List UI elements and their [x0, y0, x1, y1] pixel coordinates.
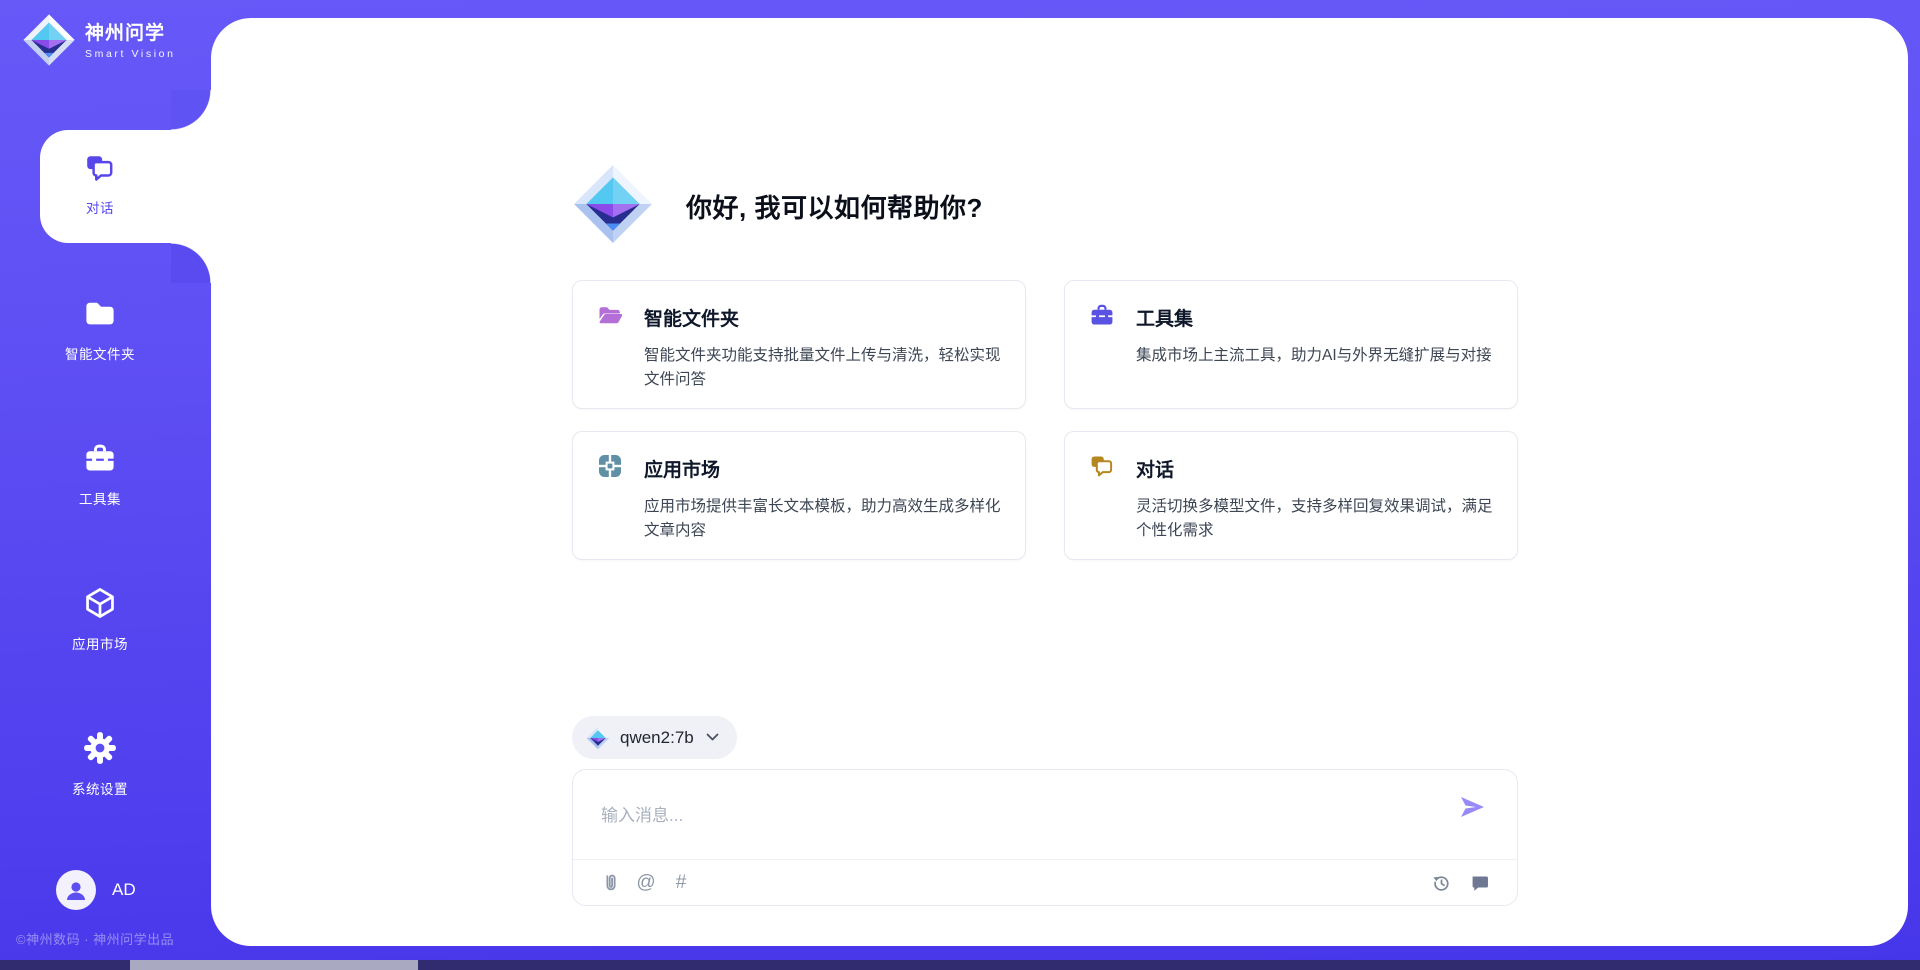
- card-description: 智能文件夹功能支持批量文件上传与清洗，轻松实现文件问答: [644, 344, 1001, 393]
- paperclip-icon[interactable]: [599, 871, 623, 895]
- chat-solid-icon[interactable]: [1467, 871, 1491, 895]
- sidebar-item-label: 对话: [86, 197, 114, 217]
- card-description: 灵活切换多模型文件，支持多样回复效果调试，满足个性化需求: [1136, 495, 1493, 544]
- message-composer: @ #: [572, 769, 1518, 906]
- copyright-text: ©神州数码 · 神州问学出品: [16, 929, 174, 948]
- toolbox-icon: [83, 441, 117, 480]
- card-description: 应用市场提供丰富长文本模板，助力高效生成多样化文章内容: [644, 495, 1001, 544]
- send-icon[interactable]: [1457, 792, 1487, 822]
- card-chat[interactable]: 对话 灵活切换多模型文件，支持多样回复效果调试，满足个性化需求: [1064, 431, 1518, 560]
- card-title: 应用市场: [644, 455, 720, 482]
- tab-curve-bottom: [171, 243, 211, 283]
- cube-icon: [83, 586, 117, 625]
- chat-bubbles-icon: [1089, 453, 1115, 484]
- card-title: 对话: [1136, 455, 1174, 482]
- scrollbar-thumb[interactable]: [130, 960, 418, 970]
- user-initials: AD: [112, 880, 136, 900]
- person-icon: [64, 878, 88, 902]
- card-toolset[interactable]: 工具集 集成市场上主流工具，助力AI与外界无缝扩展与对接: [1064, 280, 1518, 409]
- sidebar-item-chat[interactable]: 对话: [0, 152, 200, 217]
- brand-diamond-icon: [22, 13, 76, 72]
- mention-icon[interactable]: @: [634, 871, 658, 895]
- sidebar-item-app-market[interactable]: 应用市场: [0, 586, 200, 653]
- greeting-block: 你好, 我可以如何帮助你?: [572, 163, 1518, 250]
- brand-title: 神州问学: [85, 24, 176, 45]
- user-account[interactable]: AD: [56, 870, 136, 910]
- open-folder-icon: [597, 302, 623, 333]
- message-input[interactable]: [601, 786, 1421, 846]
- app-logo: 神州问学 Smart Vision: [22, 13, 176, 72]
- avatar: [56, 870, 96, 910]
- gear-icon: [83, 731, 117, 770]
- main-panel: 你好, 我可以如何帮助你? 智能文件夹 智能文件夹功能支持批量文件上传与清洗，轻…: [211, 18, 1908, 946]
- folder-icon: [83, 296, 117, 335]
- sidebar: 神州问学 Smart Vision 对话 智能文件夹: [0, 0, 211, 970]
- sidebar-item-settings[interactable]: 系统设置: [0, 731, 200, 798]
- assistant-diamond-icon: [572, 163, 654, 250]
- hash-icon[interactable]: #: [669, 871, 693, 895]
- card-app-market[interactable]: 应用市场 应用市场提供丰富长文本模板，助力高效生成多样化文章内容: [572, 431, 1026, 560]
- greeting-title: 你好, 我可以如何帮助你?: [686, 188, 983, 225]
- card-title: 工具集: [1136, 304, 1193, 331]
- tab-curve-top: [171, 90, 211, 130]
- sidebar-item-label: 应用市场: [72, 633, 128, 653]
- history-icon[interactable]: [1429, 871, 1453, 895]
- brand-subtitle: Smart Vision: [85, 49, 176, 61]
- chevron-down-icon: [706, 733, 719, 742]
- sidebar-item-label: 智能文件夹: [65, 343, 135, 363]
- sidebar-item-toolset[interactable]: 工具集: [0, 441, 200, 508]
- sidebar-item-label: 系统设置: [72, 778, 128, 798]
- sidebar-item-label: 工具集: [79, 488, 121, 508]
- sidebar-item-smart-folder[interactable]: 智能文件夹: [0, 296, 200, 363]
- grid-icon: [597, 453, 623, 484]
- model-diamond-icon: [586, 726, 610, 750]
- chat-bubbles-icon: [84, 152, 116, 189]
- card-title: 智能文件夹: [644, 304, 739, 331]
- briefcase-icon: [1089, 302, 1115, 333]
- card-description: 集成市场上主流工具，助力AI与外界无缝扩展与对接: [1136, 344, 1493, 368]
- feature-cards: 智能文件夹 智能文件夹功能支持批量文件上传与清洗，轻松实现文件问答: [572, 280, 1518, 560]
- composer-toolbar: @ #: [573, 859, 1517, 905]
- model-name: qwen2:7b: [620, 728, 694, 748]
- card-smart-folder[interactable]: 智能文件夹 智能文件夹功能支持批量文件上传与清洗，轻松实现文件问答: [572, 280, 1026, 409]
- horizontal-scrollbar: [0, 960, 1920, 970]
- model-selector[interactable]: qwen2:7b: [572, 716, 737, 759]
